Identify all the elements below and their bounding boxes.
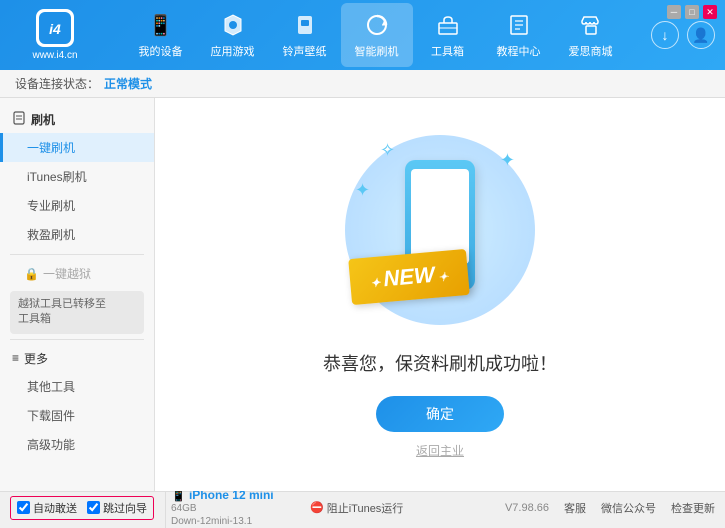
shop-icon	[577, 11, 605, 39]
itunes-icon: ⛔	[310, 501, 324, 514]
success-illustration: ✦ ✦ ✧ NEW	[340, 130, 540, 330]
tutorial-icon	[505, 11, 533, 39]
flash-section-title: 刷机	[0, 106, 154, 133]
top-nav-bar: ─ □ ✕ i4 www.i4.cn 📱 我的设备 应用游戏	[0, 0, 725, 70]
minimize-button[interactable]: ─	[667, 5, 681, 19]
maximize-button[interactable]: □	[685, 5, 699, 19]
flash-icon	[12, 111, 26, 128]
svg-text:i4: i4	[49, 21, 61, 37]
smart-flash-icon	[363, 11, 391, 39]
apps-games-icon	[219, 11, 247, 39]
status-bar: 设备连接状态： 正常模式	[0, 70, 725, 98]
sidebar-item-itunes-flash[interactable]: iTunes刷机	[0, 162, 154, 191]
version-text: V7.98.66	[505, 502, 549, 514]
sidebar: 刷机 一键刷机 iTunes刷机 专业刷机 救盈刷机 🔒 一键越狱 越狱工具已转…	[0, 98, 155, 491]
confirm-button[interactable]: 确定	[376, 396, 504, 432]
status-mode: 正常模式	[104, 75, 152, 92]
window-controls: ─ □ ✕	[667, 5, 717, 19]
user-button[interactable]: 👤	[687, 21, 715, 49]
success-text: 恭喜您，保资料刷机成功啦！	[323, 350, 557, 376]
sidebar-item-onekey-flash[interactable]: 一键刷机	[0, 133, 154, 162]
my-device-icon: 📱	[147, 11, 175, 39]
ringtone-icon	[291, 11, 319, 39]
toolbox-icon	[434, 11, 462, 39]
logo: i4 www.i4.cn	[10, 9, 100, 61]
skip-wizard-checkbox[interactable]: 跳过向导	[87, 500, 147, 516]
sidebar-item-other-tools[interactable]: 其他工具	[0, 372, 154, 401]
lock-icon: 🔒	[24, 267, 39, 281]
download-button[interactable]: ↓	[651, 21, 679, 49]
back-link[interactable]: 返回主业	[416, 442, 464, 459]
logo-url: www.i4.cn	[32, 50, 77, 61]
bottom-right: V7.98.66 客服 微信公众号 检查更新	[505, 500, 715, 516]
device-info: 📱 iPhone 12 mini 64GB Down-12mini-13.1	[165, 488, 310, 528]
customer-service-link[interactable]: 客服	[564, 500, 586, 516]
wechat-link[interactable]: 微信公众号	[601, 500, 656, 516]
jailbreak-note: 越狱工具已转移至工具箱	[10, 291, 144, 334]
sidebar-divider-2	[10, 339, 144, 340]
sidebar-item-download-firmware[interactable]: 下载固件	[0, 401, 154, 430]
nav-tutorial[interactable]: 教程中心	[483, 3, 555, 67]
sparkle-3: ✧	[380, 140, 395, 161]
sidebar-item-jailbreak-locked: 🔒 一键越狱	[0, 260, 154, 287]
bottom-bar: 自动敢送 跳过向导 📱 iPhone 12 mini 64GB Down-12m…	[0, 491, 725, 523]
close-button[interactable]: ✕	[703, 5, 717, 19]
nav-toolbox[interactable]: 工具箱	[413, 3, 483, 67]
status-label: 设备连接状态：	[15, 75, 99, 92]
sidebar-item-save-flash[interactable]: 救盈刷机	[0, 220, 154, 249]
menu-icon: ≡	[12, 351, 19, 365]
itunes-status: ⛔ 阻止iTunes运行	[310, 500, 505, 516]
nav-shop[interactable]: 爱思商城	[555, 3, 627, 67]
sidebar-item-advanced[interactable]: 高级功能	[0, 430, 154, 459]
center-content: ✦ ✦ ✧ NEW 恭喜您，保资料刷机成功啦！ 确定 返回主业	[155, 98, 725, 491]
nav-smart-flash[interactable]: 智能刷机	[341, 3, 413, 67]
device-model: Down-12mini-13.1	[171, 515, 310, 528]
sidebar-divider	[10, 254, 144, 255]
bottom-left: 自动敢送 跳过向导	[10, 496, 165, 520]
nav-right-actions: ↓ 👤	[651, 21, 715, 49]
sidebar-item-pro-flash[interactable]: 专业刷机	[0, 191, 154, 220]
sparkle-1: ✦	[500, 150, 515, 171]
logo-icon: i4	[36, 9, 74, 47]
sparkle-2: ✦	[355, 180, 370, 201]
checkbox-group: 自动敢送 跳过向导	[10, 496, 154, 520]
nav-apps-games[interactable]: 应用游戏	[197, 3, 269, 67]
device-storage: 64GB	[171, 502, 310, 515]
nav-items: 📱 我的设备 应用游戏 铃声壁纸	[100, 3, 651, 67]
check-update-link[interactable]: 检查更新	[671, 500, 715, 516]
auto-send-checkbox[interactable]: 自动敢送	[17, 500, 77, 516]
more-section-title: ≡ 更多	[0, 345, 154, 372]
nav-my-device[interactable]: 📱 我的设备	[125, 3, 197, 67]
nav-ringtone-wallpaper[interactable]: 铃声壁纸	[269, 3, 341, 67]
main-content: 刷机 一键刷机 iTunes刷机 专业刷机 救盈刷机 🔒 一键越狱 越狱工具已转…	[0, 98, 725, 491]
